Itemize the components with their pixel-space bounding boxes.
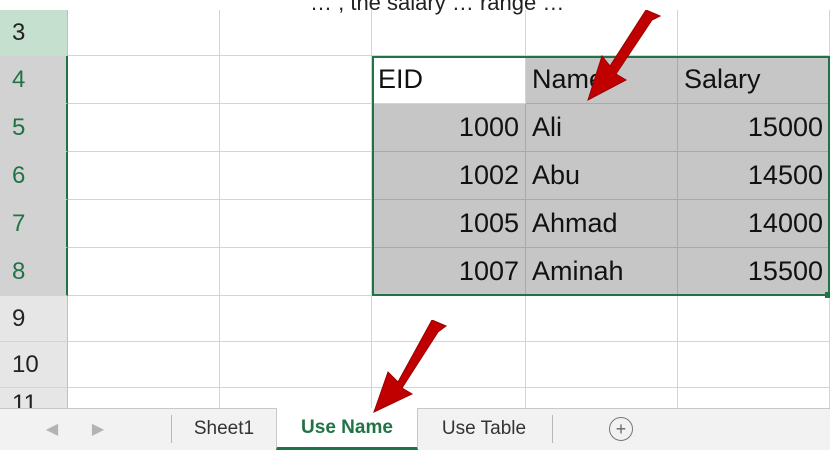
cell-d7-name[interactable]: Ahmad — [526, 200, 678, 248]
spreadsheet-grid[interactable]: 3 4 EID Name Salary 5 1000 Ali 15000 6 1… — [0, 0, 830, 408]
cell-c7-eid[interactable]: 1005 — [372, 200, 526, 248]
cell-e3[interactable] — [678, 10, 830, 56]
sheet-tab-bar: ◀ ▶ Sheet1 Use Name Use Table + — [0, 408, 830, 450]
cell-d3[interactable] — [526, 10, 678, 56]
cell-a9[interactable] — [68, 296, 220, 342]
row-header-4[interactable]: 4 — [0, 56, 68, 104]
cell-b6[interactable] — [220, 152, 372, 200]
cell-d8-name[interactable]: Aminah — [526, 248, 678, 296]
cell-b8[interactable] — [220, 248, 372, 296]
cell-e11[interactable] — [678, 388, 830, 408]
cell-e4-salary-header[interactable]: Salary — [678, 56, 830, 104]
cell-a10[interactable] — [68, 342, 220, 388]
tab-use-name[interactable]: Use Name — [276, 408, 418, 450]
cell-a4[interactable] — [68, 56, 220, 104]
cell-d9[interactable] — [526, 296, 678, 342]
cell-c10[interactable] — [372, 342, 526, 388]
next-sheet-icon[interactable]: ▶ — [88, 419, 108, 439]
cell-b4[interactable] — [220, 56, 372, 104]
cell-b3[interactable] — [220, 10, 372, 56]
row-header-5[interactable]: 5 — [0, 104, 68, 152]
row-header-9[interactable]: 9 — [0, 296, 68, 342]
cell-e6-salary[interactable]: 14500 — [678, 152, 830, 200]
cell-e8-salary[interactable]: 15500 — [678, 248, 830, 296]
prev-sheet-icon[interactable]: ◀ — [42, 419, 62, 439]
cell-b7[interactable] — [220, 200, 372, 248]
cell-e10[interactable] — [678, 342, 830, 388]
cell-c5-eid[interactable]: 1000 — [372, 104, 526, 152]
cell-e9[interactable] — [678, 296, 830, 342]
cell-c11[interactable] — [372, 388, 526, 408]
row-header-6[interactable]: 6 — [0, 152, 68, 200]
row-header-8[interactable]: 8 — [0, 248, 68, 296]
cell-d11[interactable] — [526, 388, 678, 408]
cell-c4-eid-header[interactable]: EID — [372, 56, 526, 104]
tab-separator — [552, 415, 553, 443]
cell-c9[interactable] — [372, 296, 526, 342]
add-sheet-icon[interactable]: + — [609, 417, 633, 441]
cell-b11[interactable] — [220, 388, 372, 408]
cell-a8[interactable] — [68, 248, 220, 296]
cell-b5[interactable] — [220, 104, 372, 152]
cell-c3[interactable] — [372, 10, 526, 56]
tab-use-table[interactable]: Use Table — [418, 409, 550, 449]
cell-d5-name[interactable]: Ali — [526, 104, 678, 152]
cell-a7[interactable] — [68, 200, 220, 248]
cell-a6[interactable] — [68, 152, 220, 200]
partial-heading-text: … , the salary … range … — [310, 0, 565, 15]
cell-a3[interactable] — [68, 10, 220, 56]
row-header-10[interactable]: 10 — [0, 342, 68, 388]
cell-b9[interactable] — [220, 296, 372, 342]
cell-a11[interactable] — [68, 388, 220, 408]
row-header-3[interactable]: 3 — [0, 10, 68, 56]
cell-b10[interactable] — [220, 342, 372, 388]
cell-a5[interactable] — [68, 104, 220, 152]
cell-e5-salary[interactable]: 15000 — [678, 104, 830, 152]
cell-d6-name[interactable]: Abu — [526, 152, 678, 200]
row-header-11[interactable]: 11 — [0, 388, 68, 408]
cell-d10[interactable] — [526, 342, 678, 388]
row-header-7[interactable]: 7 — [0, 200, 68, 248]
fill-handle[interactable] — [825, 292, 830, 298]
cell-c6-eid[interactable]: 1002 — [372, 152, 526, 200]
cell-c8-eid[interactable]: 1007 — [372, 248, 526, 296]
tab-sheet1[interactable]: Sheet1 — [172, 409, 276, 449]
cell-d4-name-header[interactable]: Name — [526, 56, 678, 104]
cell-e7-salary[interactable]: 14000 — [678, 200, 830, 248]
